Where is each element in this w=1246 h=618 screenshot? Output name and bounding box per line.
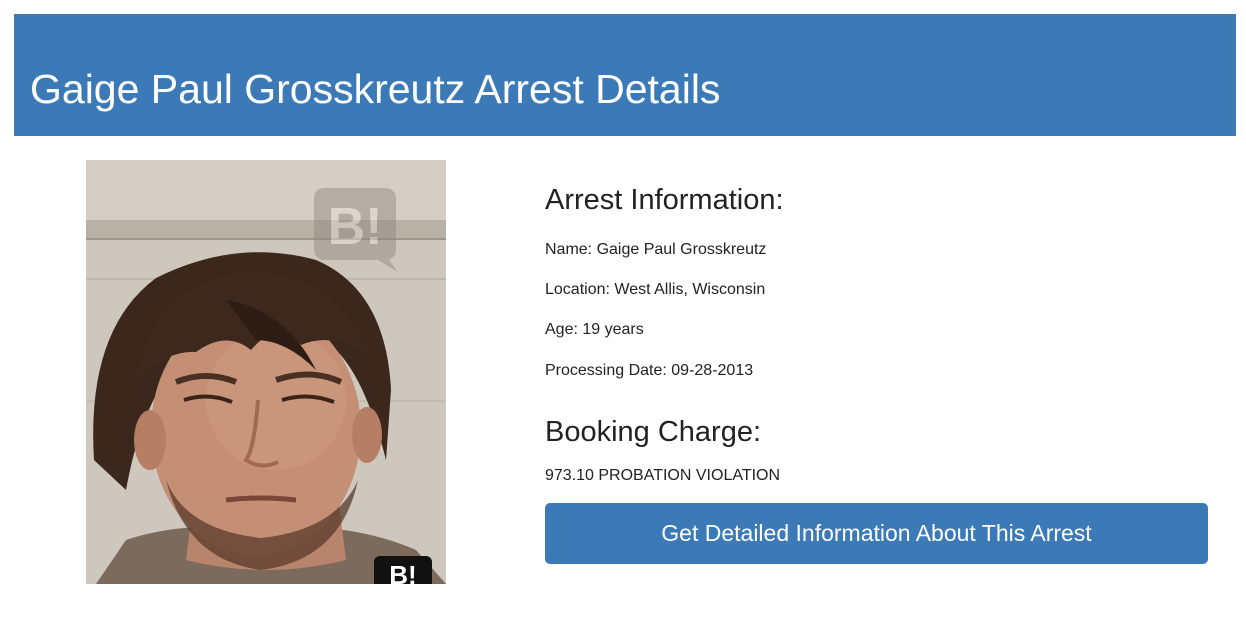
name-field: Name: Gaige Paul Grosskreutz <box>545 241 767 258</box>
mugshot-photo: B! B! <box>86 160 446 584</box>
location-field: Location: West Allis, Wisconsin <box>545 281 766 298</box>
processing-date-field: Processing Date: 09-28-2013 <box>545 362 754 379</box>
watermark-badge-icon: B! <box>374 556 432 584</box>
svg-text:B!: B! <box>389 560 416 584</box>
get-detailed-information-button[interactable]: Get Detailed Information About This Arre… <box>545 503 1208 564</box>
booking-charge-value: 973.10 PROBATION VIOLATION <box>545 467 781 484</box>
booking-charge-heading: Booking Charge: <box>545 416 762 448</box>
page-title: Gaige Paul Grosskreutz Arrest Details <box>30 66 721 112</box>
watermark-logo-icon: B! <box>314 188 398 272</box>
arrest-information-heading: Arrest Information: <box>545 184 784 216</box>
svg-text:B!: B! <box>328 198 383 256</box>
age-field: Age: 19 years <box>545 321 644 338</box>
page: Gaige Paul Grosskreutz Arrest Details B! <box>0 0 1246 618</box>
page-header: Gaige Paul Grosskreutz Arrest Details <box>14 14 1236 136</box>
